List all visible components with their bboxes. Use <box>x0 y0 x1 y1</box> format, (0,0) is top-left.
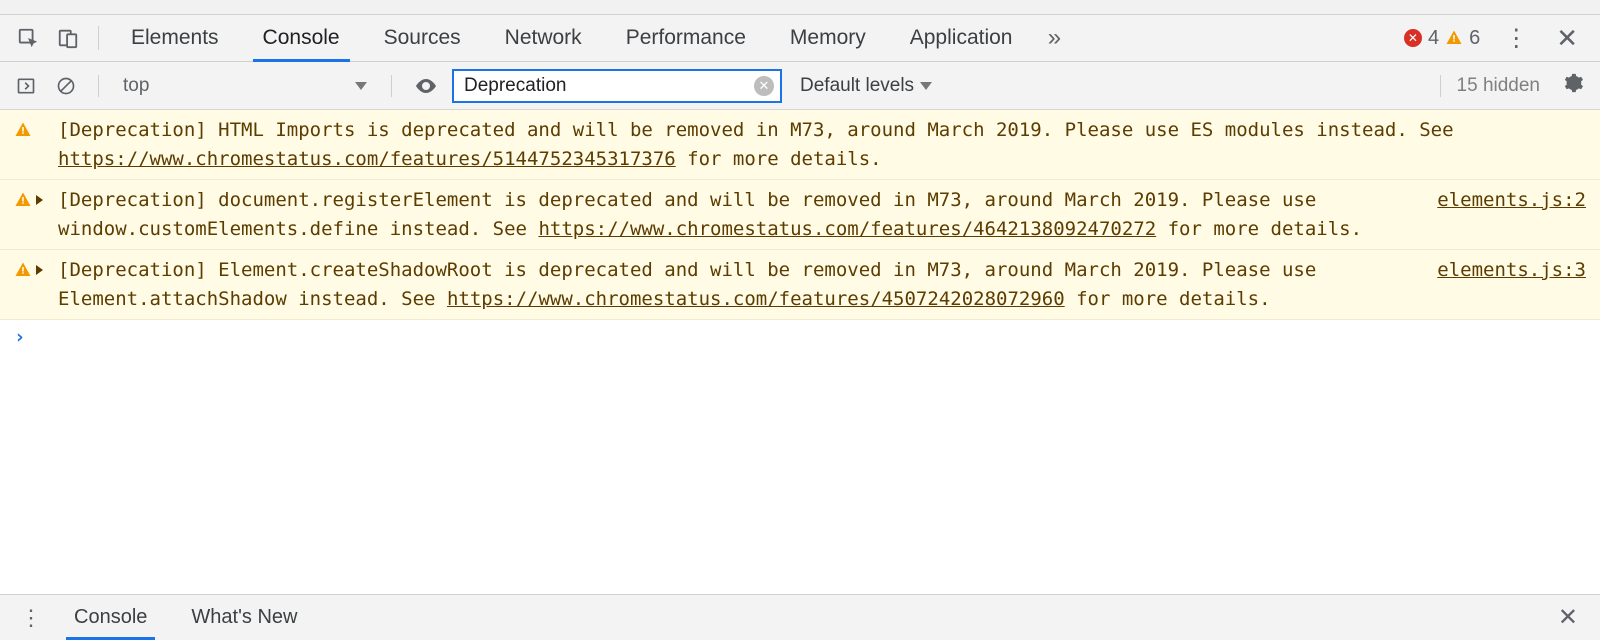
devtools-tabbar: ElementsConsoleSourcesNetworkPerformance… <box>0 14 1600 62</box>
console-settings-icon[interactable] <box>1556 72 1590 100</box>
more-options-icon[interactable]: ⋮ <box>1490 24 1542 53</box>
message-text: [Deprecation] HTML Imports is deprecated… <box>58 119 1454 141</box>
message-body: [Deprecation] HTML Imports is deprecated… <box>58 116 1586 173</box>
error-icon: ✕ <box>1404 29 1422 47</box>
message-body: elements.js:2[Deprecation] document.regi… <box>58 186 1586 243</box>
drawer-more-icon[interactable]: ⋮ <box>10 605 52 631</box>
hidden-messages-count[interactable]: 15 hidden <box>1457 75 1540 97</box>
log-levels-label: Default levels <box>800 75 914 97</box>
message-link[interactable]: https://www.chromestatus.com/features/46… <box>538 218 1156 240</box>
tab-performance[interactable]: Performance <box>604 15 768 61</box>
live-expression-icon[interactable] <box>408 74 444 98</box>
tab-application[interactable]: Application <box>888 15 1035 61</box>
separator <box>98 26 99 50</box>
message-body: elements.js:3[Deprecation] Element.creat… <box>58 256 1586 313</box>
main-tabs: ElementsConsoleSourcesNetworkPerformance… <box>109 15 1034 61</box>
warning-icon <box>14 119 32 148</box>
clear-console-icon[interactable] <box>50 70 82 102</box>
drawer-tab-what-s-new[interactable]: What's New <box>169 595 319 640</box>
console-prompt[interactable]: › <box>0 320 1600 354</box>
expand-message-icon[interactable] <box>36 265 43 275</box>
toggle-sidebar-icon[interactable] <box>10 70 42 102</box>
message-gutter <box>14 256 48 288</box>
clear-filter-icon[interactable]: ✕ <box>754 76 774 96</box>
drawer-tabbar: ⋮ ConsoleWhat's New ✕ <box>0 594 1600 640</box>
status-badges[interactable]: ✕ 4 6 <box>1404 27 1480 50</box>
tab-network[interactable]: Network <box>483 15 604 61</box>
window-frame-strip <box>0 0 1600 14</box>
separator <box>98 75 99 97</box>
tab-console[interactable]: Console <box>241 15 362 61</box>
drawer-tab-console[interactable]: Console <box>52 595 169 640</box>
console-message: elements.js:3[Deprecation] Element.creat… <box>0 250 1600 320</box>
separator <box>391 75 392 97</box>
tab-elements[interactable]: Elements <box>109 15 241 61</box>
message-gutter <box>14 186 48 218</box>
close-devtools-icon[interactable]: ✕ <box>1542 23 1592 54</box>
close-drawer-icon[interactable]: ✕ <box>1546 603 1590 632</box>
error-count: 4 <box>1428 27 1439 50</box>
inspect-element-icon[interactable] <box>8 15 48 61</box>
console-messages: [Deprecation] HTML Imports is deprecated… <box>0 110 1600 594</box>
console-filter-box[interactable]: ✕ <box>452 69 782 103</box>
message-text: for more details. <box>1065 288 1271 310</box>
warning-icon <box>14 259 32 288</box>
warning-count: 6 <box>1469 27 1480 50</box>
tab-memory[interactable]: Memory <box>768 15 888 61</box>
warning-icon <box>1445 29 1463 47</box>
log-levels-selector[interactable]: Default levels <box>790 75 942 97</box>
device-toolbar-icon[interactable] <box>48 15 88 61</box>
console-toolbar: top ✕ Default levels 15 hidden <box>0 62 1600 110</box>
console-message: [Deprecation] HTML Imports is deprecated… <box>0 110 1600 180</box>
tabs-overflow-icon[interactable]: » <box>1034 15 1074 61</box>
tab-sources[interactable]: Sources <box>362 15 483 61</box>
context-label: top <box>123 75 149 97</box>
source-link[interactable]: elements.js:2 <box>1437 186 1586 215</box>
separator <box>1440 75 1441 97</box>
source-link[interactable]: elements.js:3 <box>1437 256 1586 285</box>
console-filter-input[interactable] <box>464 75 748 97</box>
console-message: elements.js:2[Deprecation] document.regi… <box>0 180 1600 250</box>
dropdown-caret-icon <box>920 82 932 90</box>
expand-message-icon[interactable] <box>36 195 43 205</box>
dropdown-caret-icon <box>355 82 367 90</box>
message-text: for more details. <box>676 148 882 170</box>
message-gutter <box>14 116 48 148</box>
drawer-tabs: ConsoleWhat's New <box>52 595 319 640</box>
warning-icon <box>14 189 32 218</box>
prompt-chevron-icon: › <box>14 326 25 348</box>
execution-context-selector[interactable]: top <box>115 70 375 102</box>
message-link[interactable]: https://www.chromestatus.com/features/51… <box>58 148 676 170</box>
message-text: for more details. <box>1156 218 1362 240</box>
message-link[interactable]: https://www.chromestatus.com/features/45… <box>447 288 1065 310</box>
